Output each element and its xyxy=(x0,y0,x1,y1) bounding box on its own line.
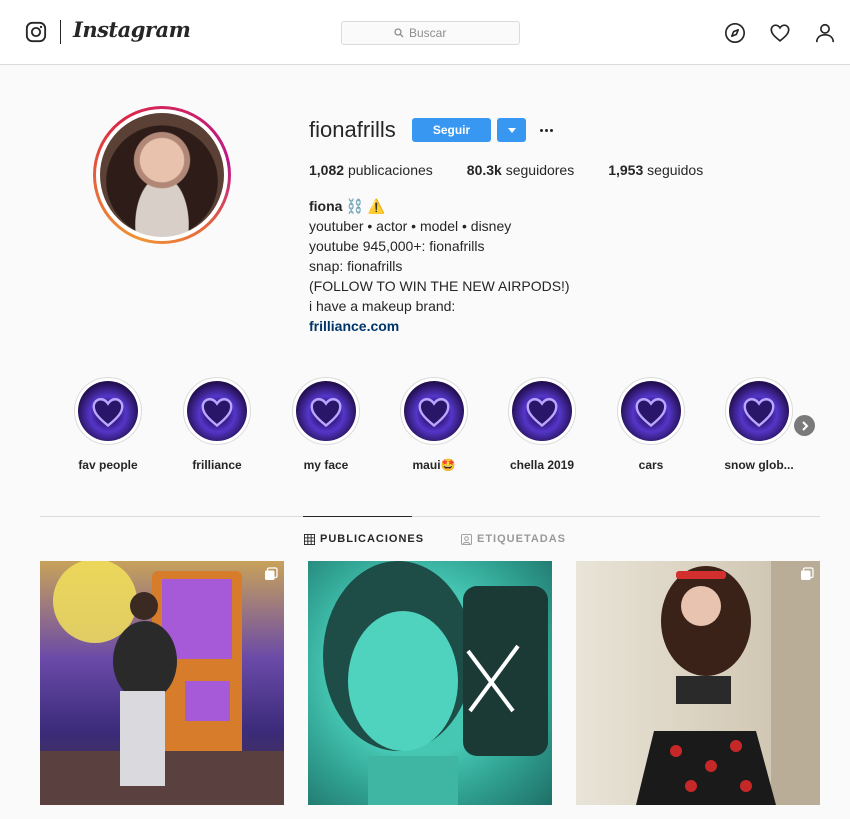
highlight-label: chella 2019 xyxy=(509,458,575,472)
story-highlight[interactable]: cars xyxy=(616,377,686,472)
highlight-ring xyxy=(508,377,576,445)
more-dot-icon xyxy=(549,128,553,132)
post-thumbnail[interactable] xyxy=(40,561,284,805)
brand-divider xyxy=(60,20,61,44)
post-thumbnail[interactable] xyxy=(308,561,552,805)
follow-button[interactable]: Seguir xyxy=(412,118,491,142)
instagram-wordmark[interactable]: Instagram xyxy=(73,17,191,42)
caret-down-icon xyxy=(507,127,516,133)
search-box[interactable] xyxy=(341,21,520,45)
highlight-label: maui🤩 xyxy=(412,458,456,472)
multiple-photos-icon xyxy=(801,567,814,580)
post-image xyxy=(636,561,820,805)
tab-posts[interactable]: PUBLICACIONES xyxy=(304,533,424,545)
more-options-button[interactable] xyxy=(536,122,556,138)
highlights-next-button[interactable] xyxy=(794,415,815,436)
instagram-camera-icon[interactable] xyxy=(25,21,47,43)
stat-count: 1,082 xyxy=(309,162,345,178)
avatar xyxy=(100,113,224,237)
highlight-ring xyxy=(400,377,468,445)
highlight-label: fav people xyxy=(78,458,138,472)
search-icon xyxy=(394,28,404,38)
suggested-accounts-dropdown-button[interactable] xyxy=(497,118,526,142)
neon-heart-icon xyxy=(743,398,775,428)
highlight-cover xyxy=(512,381,572,441)
avatar-frame xyxy=(96,109,228,241)
stat-following[interactable]: 1,953 seguidos xyxy=(608,162,703,178)
bio-line: youtuber • actor • model • disney xyxy=(309,218,512,234)
profile-avatar-story-ring[interactable] xyxy=(93,106,231,244)
profile-bio: fiona ⛓️ ⚠️ youtuber • actor • model • d… xyxy=(309,196,570,336)
neon-heart-icon xyxy=(418,398,450,428)
stat-followers[interactable]: 80.3k seguidores xyxy=(467,162,574,178)
multiple-photos-icon xyxy=(265,567,278,580)
highlight-ring xyxy=(725,377,793,445)
stat-count: 1,953 xyxy=(608,162,644,178)
bio-line: snap: fionafrills xyxy=(309,258,403,274)
highlight-label: cars xyxy=(638,458,664,472)
activity-heart-icon[interactable] xyxy=(769,22,791,44)
tabs-divider xyxy=(40,516,820,517)
highlight-label: my face xyxy=(303,458,349,472)
tab-label: PUBLICACIONES xyxy=(320,533,425,545)
bio-website-link[interactable]: frilliance.com xyxy=(309,316,570,336)
chevron-right-icon xyxy=(801,420,808,431)
story-highlight[interactable]: chella 2019 xyxy=(507,377,577,472)
more-dot-icon xyxy=(539,128,543,132)
profile-full-name: fiona ⛓️ ⚠️ xyxy=(309,198,386,214)
tagged-user-icon xyxy=(461,533,472,545)
neon-heart-icon xyxy=(92,398,124,428)
grid-icon xyxy=(304,533,315,545)
highlight-cover xyxy=(187,381,247,441)
bio-line: (FOLLOW TO WIN THE NEW AIRPODS!) xyxy=(309,278,570,294)
profile-username: fionafrills xyxy=(309,117,396,142)
highlight-ring xyxy=(183,377,251,445)
stat-label: seguidos xyxy=(647,162,704,178)
highlight-ring xyxy=(74,377,142,445)
search-input[interactable] xyxy=(409,26,467,40)
highlight-cover xyxy=(78,381,138,441)
bio-line: youtube 945,000+: fionafrills xyxy=(309,238,485,254)
highlight-cover xyxy=(621,381,681,441)
stat-count: 80.3k xyxy=(466,162,502,178)
profile-stats: 1,082 publicaciones 80.3k seguidores 1,9… xyxy=(309,162,737,178)
neon-heart-icon xyxy=(635,398,667,428)
profile-user-icon[interactable] xyxy=(814,22,836,44)
highlight-cover xyxy=(296,381,356,441)
highlight-cover xyxy=(404,381,464,441)
stat-label: publicaciones xyxy=(347,162,433,178)
explore-compass-icon[interactable] xyxy=(724,22,746,44)
neon-heart-icon xyxy=(526,398,558,428)
neon-heart-icon xyxy=(310,398,342,428)
story-highlight[interactable]: fav people xyxy=(73,377,143,472)
highlight-label: frilliance xyxy=(192,458,242,472)
highlight-ring xyxy=(617,377,685,445)
tab-tagged[interactable]: ETIQUETADAS xyxy=(461,533,566,545)
story-highlight[interactable]: snow glob... xyxy=(724,377,794,472)
highlight-ring xyxy=(292,377,360,445)
active-tab-indicator xyxy=(303,516,412,517)
post-image xyxy=(40,561,284,805)
stat-posts: 1,082 publicaciones xyxy=(309,162,433,178)
tab-label: ETIQUETADAS xyxy=(477,533,567,545)
stat-label: seguidores xyxy=(505,162,575,178)
post-image xyxy=(323,561,548,805)
highlight-cover xyxy=(729,381,789,441)
top-navigation-bar: Instagram xyxy=(0,0,850,65)
highlight-label: snow glob... xyxy=(724,458,794,472)
story-highlight[interactable]: frilliance xyxy=(182,377,252,472)
more-dot-icon xyxy=(544,128,548,132)
post-thumbnail[interactable] xyxy=(576,561,820,805)
story-highlight[interactable]: my face xyxy=(291,377,361,472)
bio-line: i have a makeup brand: xyxy=(309,298,456,314)
story-highlight[interactable]: maui🤩 xyxy=(399,377,469,472)
neon-heart-icon xyxy=(201,398,233,428)
